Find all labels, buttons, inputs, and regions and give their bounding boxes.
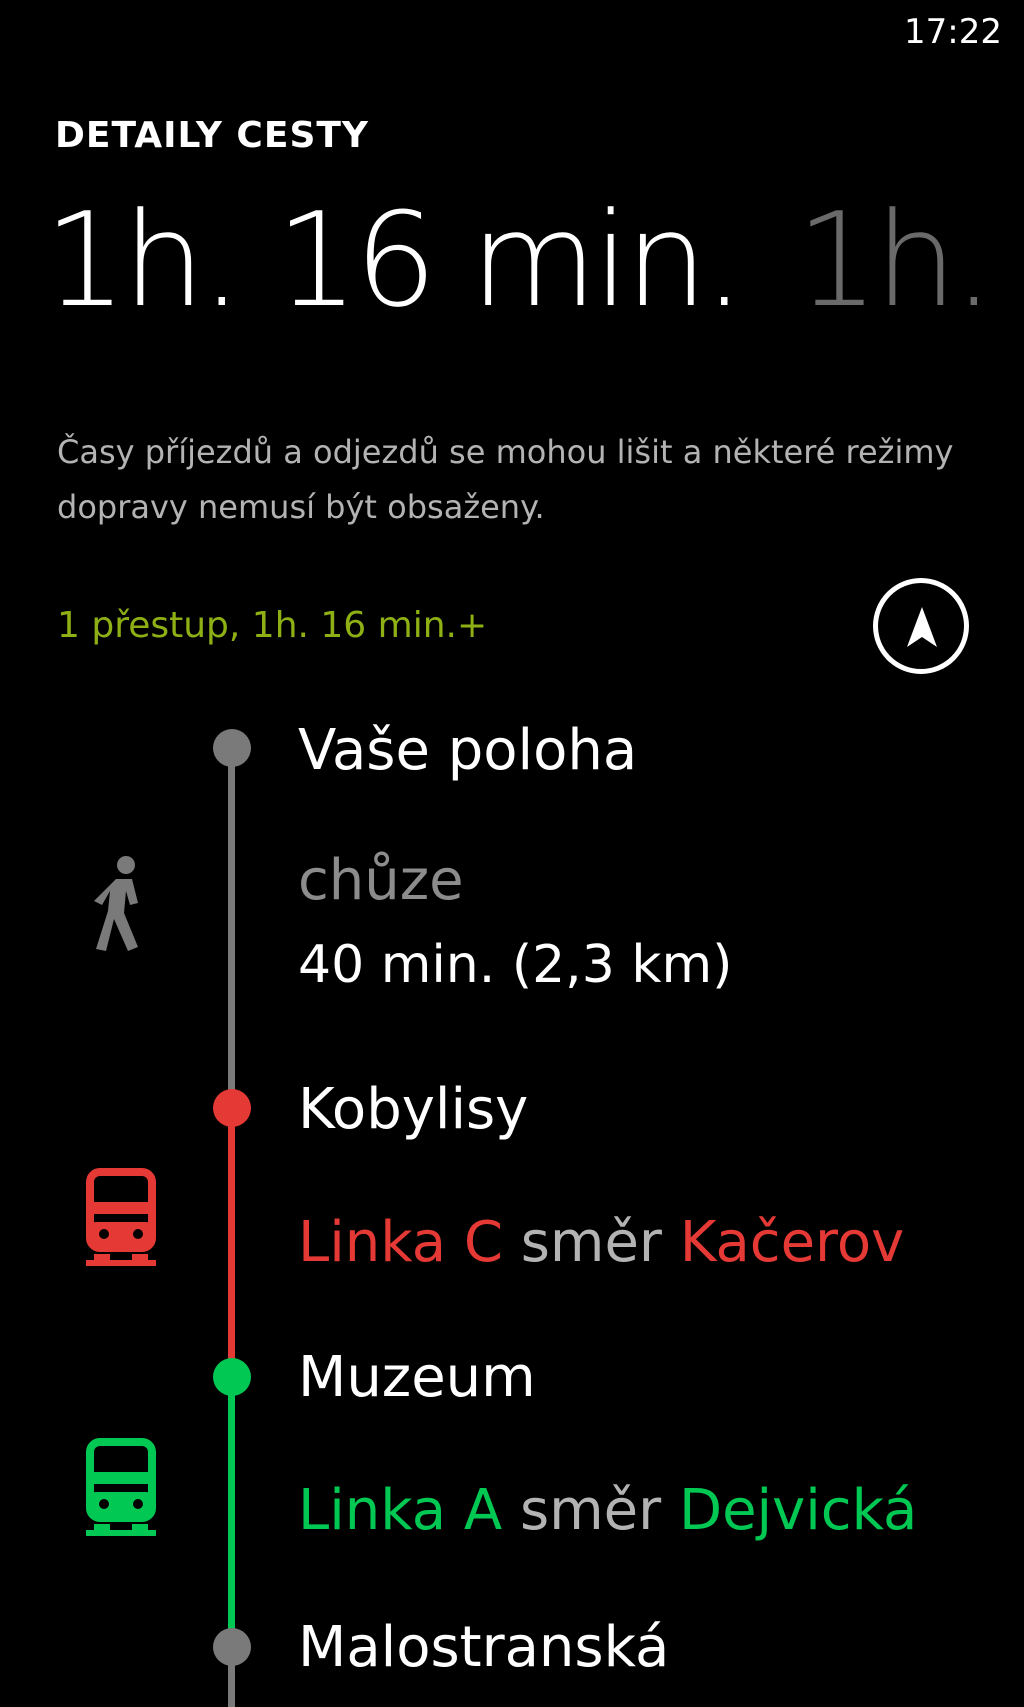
route-summary: 1 přestup, 1h. 16 min.+ xyxy=(57,605,488,646)
walking-person-icon xyxy=(94,856,138,951)
stop-label-muzeum[interactable]: Muzeum xyxy=(298,1345,536,1410)
navigation-arrow-icon xyxy=(907,607,937,647)
stop-label-start[interactable]: Vaše poloha xyxy=(298,718,637,783)
line-c-destination: Kačerov xyxy=(679,1210,905,1275)
stop-label-malostranska[interactable]: Malostranská xyxy=(298,1615,669,1680)
stop-dot-malostranska xyxy=(213,1628,251,1666)
timeline-line-a-segment xyxy=(228,1380,235,1642)
line-a-destination: Dejvická xyxy=(678,1478,918,1543)
stop-label-kobylisy[interactable]: Kobylisy xyxy=(298,1077,528,1142)
line-c-label[interactable]: Linka C směr Kačerov xyxy=(298,1210,904,1275)
navigate-button[interactable] xyxy=(873,578,969,674)
status-time: 17:22 xyxy=(904,12,1002,52)
line-c-name: Linka C xyxy=(298,1210,503,1275)
pivot-item-next[interactable]: 1h. 19 xyxy=(796,185,1024,335)
mode-label-walk: chůze xyxy=(298,848,464,913)
stop-dot-start xyxy=(213,729,251,767)
timeline-walk-segment xyxy=(228,750,235,1100)
metro-icon xyxy=(86,1168,156,1266)
pivot-item-active[interactable]: 1h. 16 min. xyxy=(44,185,745,335)
direction-word: směr xyxy=(520,1210,662,1275)
metro-icon xyxy=(86,1438,156,1536)
section-title: DETAILY CESTY xyxy=(55,115,369,156)
timeline-line-c-segment xyxy=(228,1110,235,1372)
stop-dot-kobylisy xyxy=(213,1089,251,1127)
line-a-label[interactable]: Linka A směr Dejvická xyxy=(298,1478,917,1543)
disclaimer-text: Časy příjezdů a odjezdů se mohou lišit a… xyxy=(57,433,954,526)
pivot-header: 1h. 16 min. 1h. 19 xyxy=(44,185,1024,345)
line-a-name: Linka A xyxy=(298,1478,503,1543)
stop-dot-muzeum xyxy=(213,1358,251,1396)
walk-detail: 40 min. (2,3 km) xyxy=(298,935,733,995)
direction-word: směr xyxy=(519,1478,662,1543)
